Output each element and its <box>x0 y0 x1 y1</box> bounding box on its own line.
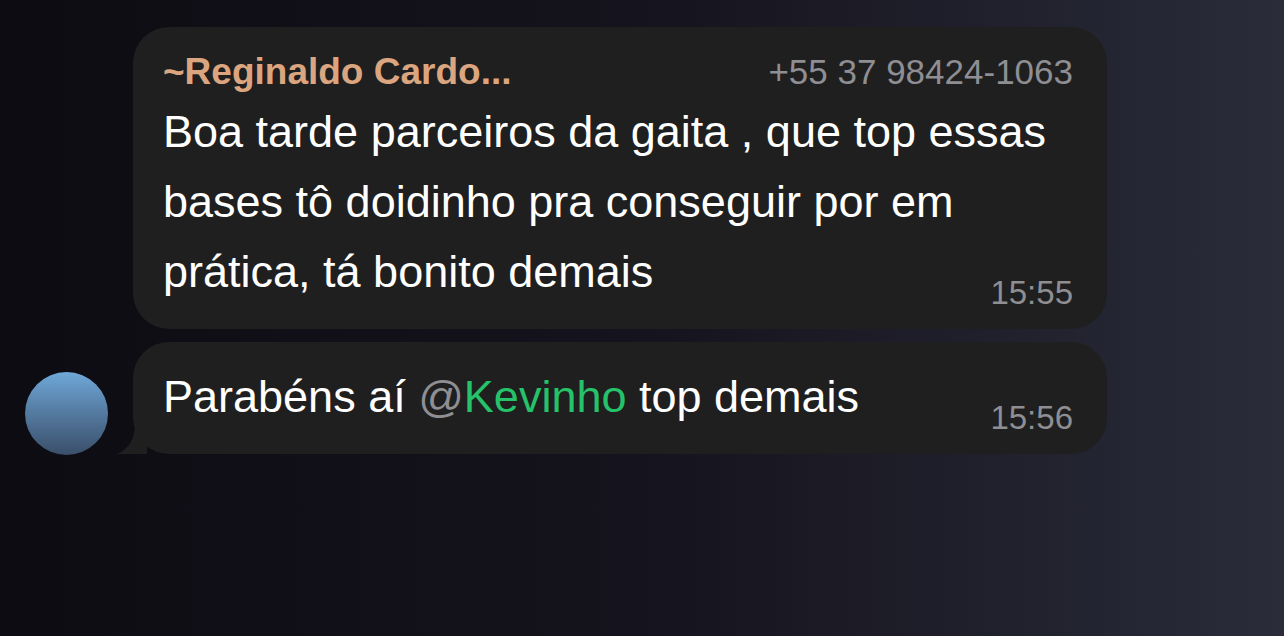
message-row: ~Reginaldo Cardo... +55 37 98424-1063 Boa … <box>0 27 1284 329</box>
message-row: Parabéns aí @Kevinho top demais15:56 <box>0 342 1284 454</box>
message-bubble[interactable]: ~Reginaldo Cardo... +55 37 98424-1063 Boa … <box>133 27 1107 329</box>
message-text: Boa tarde parceiros da gaita , que top e… <box>163 106 1046 297</box>
mention[interactable]: @Kevinho <box>418 371 626 422</box>
message-body: Boa tarde parceiros da gaita , que top e… <box>163 97 1073 307</box>
sender-phone: +55 37 98424-1063 <box>768 47 1073 97</box>
message-body: Parabéns aí @Kevinho top demais <box>163 362 1073 432</box>
message-text: Parabéns aí <box>163 371 418 422</box>
message-time: 15:55 <box>990 273 1073 313</box>
sender-row: ~Reginaldo Cardo... +55 37 98424-1063 <box>163 47 1073 97</box>
message-text: top demais <box>626 371 859 422</box>
avatar[interactable] <box>25 372 108 455</box>
message-bubble[interactable]: Parabéns aí @Kevinho top demais15:56 <box>133 342 1107 454</box>
bubble-tail-icon <box>117 424 147 454</box>
message-time: 15:56 <box>990 398 1073 438</box>
sender-name[interactable]: ~Reginaldo Cardo... <box>163 47 511 97</box>
chat-screen: ~Reginaldo Cardo... +55 37 98424-1063 Boa … <box>0 0 1284 636</box>
